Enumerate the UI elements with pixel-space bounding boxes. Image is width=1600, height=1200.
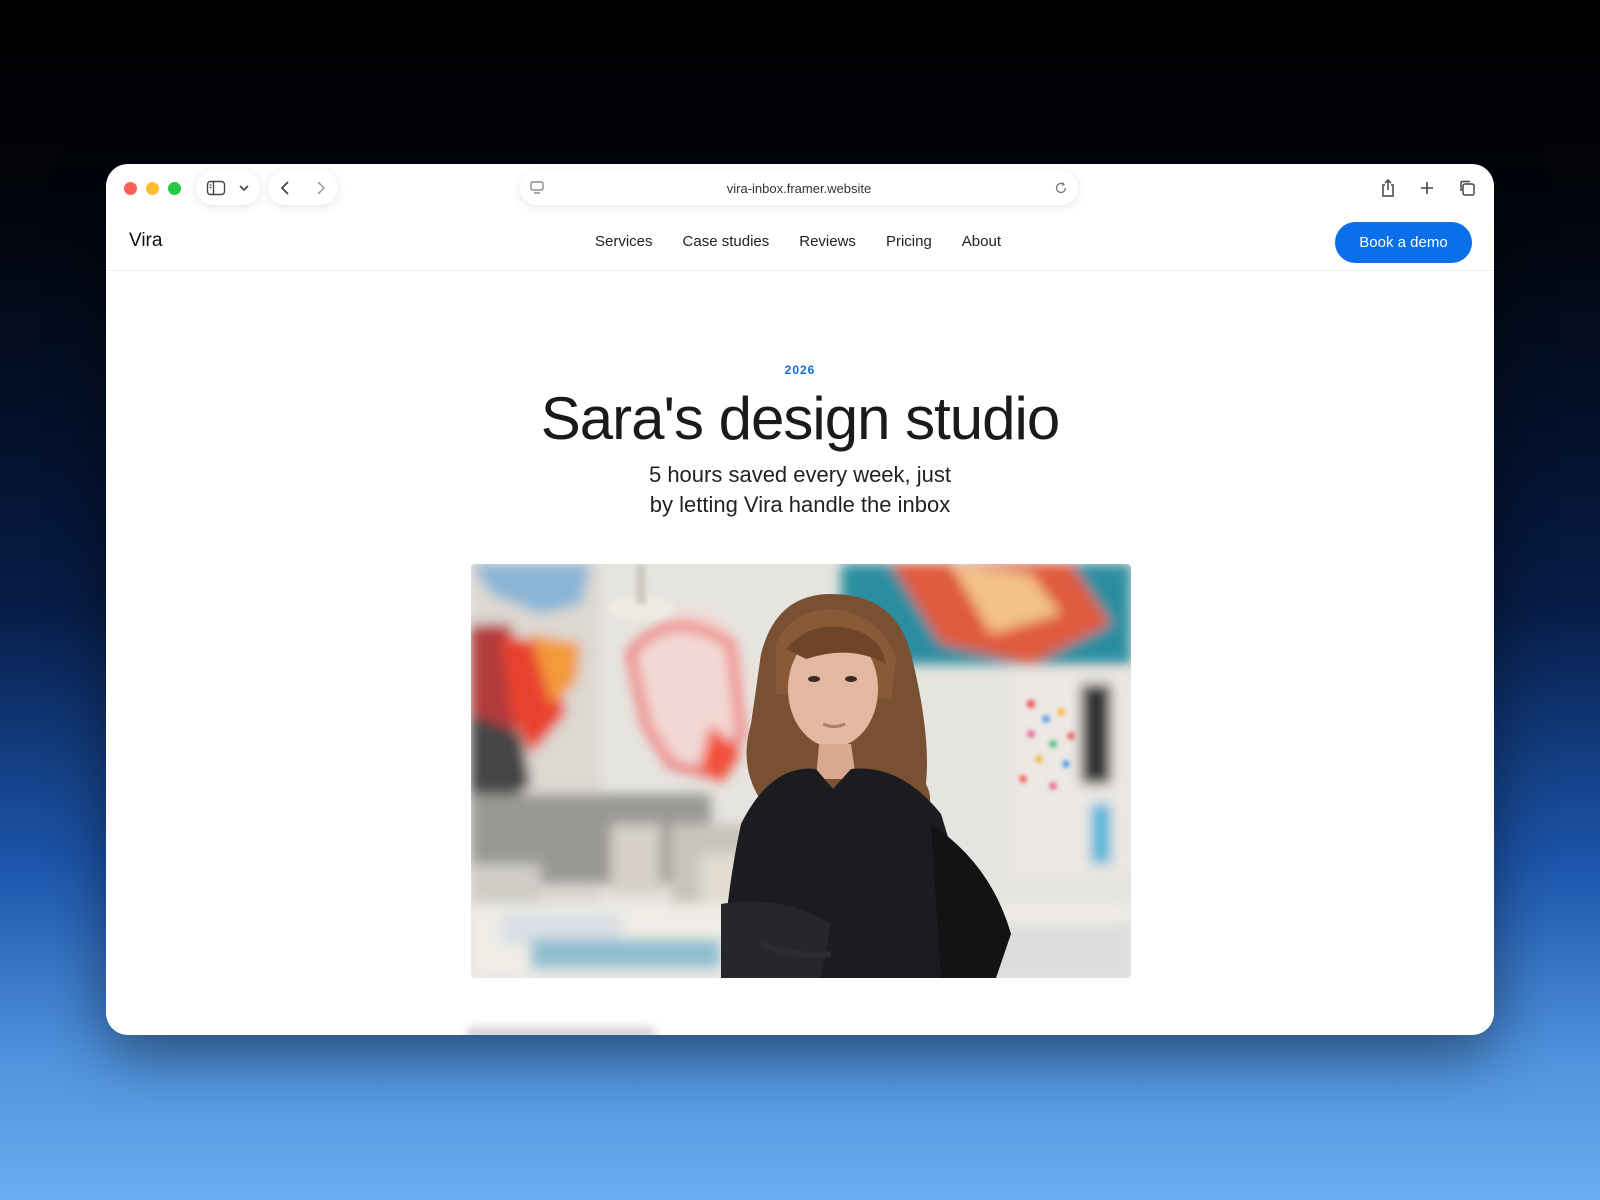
hero-year: 2026 xyxy=(784,363,816,377)
toolbar-actions xyxy=(1372,171,1484,205)
nav-link-pricing[interactable]: Pricing xyxy=(886,233,932,250)
tabs-overview-icon[interactable] xyxy=(1458,179,1476,197)
nav-link-services[interactable]: Services xyxy=(595,233,653,250)
main-nav: Services Case studies Reviews Pricing Ab… xyxy=(595,233,1001,250)
new-tab-icon[interactable] xyxy=(1419,180,1435,196)
sidebar-icon[interactable] xyxy=(206,180,226,196)
sidebar-toggle-group xyxy=(196,171,260,205)
hero-subtitle-line: 5 hours saved every week, just xyxy=(648,462,952,487)
book-demo-button[interactable]: Book a demo xyxy=(1335,222,1472,263)
close-window-button[interactable] xyxy=(124,182,137,195)
site-header: Vira Services Case studies Reviews Prici… xyxy=(106,214,1494,271)
hero-photo xyxy=(471,564,1131,978)
blurred-caption xyxy=(466,1026,656,1035)
browser-toolbar: vira-inbox.framer.website xyxy=(106,164,1494,214)
site-logo[interactable]: Vira xyxy=(129,230,162,252)
studio-portrait-image xyxy=(471,564,1131,978)
minimize-window-button[interactable] xyxy=(146,182,159,195)
reload-icon[interactable] xyxy=(1054,181,1068,195)
hero-subtitle: 5 hours saved every week, just by lettin… xyxy=(106,460,1494,520)
page-title: Sara's design studio xyxy=(540,385,1060,452)
history-nav-group xyxy=(268,171,338,205)
hero-subtitle-line: by letting Vira handle the inbox xyxy=(649,492,951,517)
address-bar[interactable]: vira-inbox.framer.website xyxy=(520,171,1078,205)
nav-link-about[interactable]: About xyxy=(962,233,1001,250)
nav-link-reviews[interactable]: Reviews xyxy=(799,233,856,250)
chevron-down-icon[interactable] xyxy=(238,184,250,192)
window-controls xyxy=(124,182,181,195)
back-icon[interactable] xyxy=(280,180,290,196)
browser-window: vira-inbox.framer.website Vira Services … xyxy=(106,164,1494,1035)
nav-link-case-studies[interactable]: Case studies xyxy=(683,233,770,250)
share-icon[interactable] xyxy=(1380,178,1396,198)
zoom-window-button[interactable] xyxy=(168,182,181,195)
page-settings-icon[interactable] xyxy=(530,181,544,195)
forward-icon[interactable] xyxy=(316,180,326,196)
url-text: vira-inbox.framer.website xyxy=(726,180,872,196)
